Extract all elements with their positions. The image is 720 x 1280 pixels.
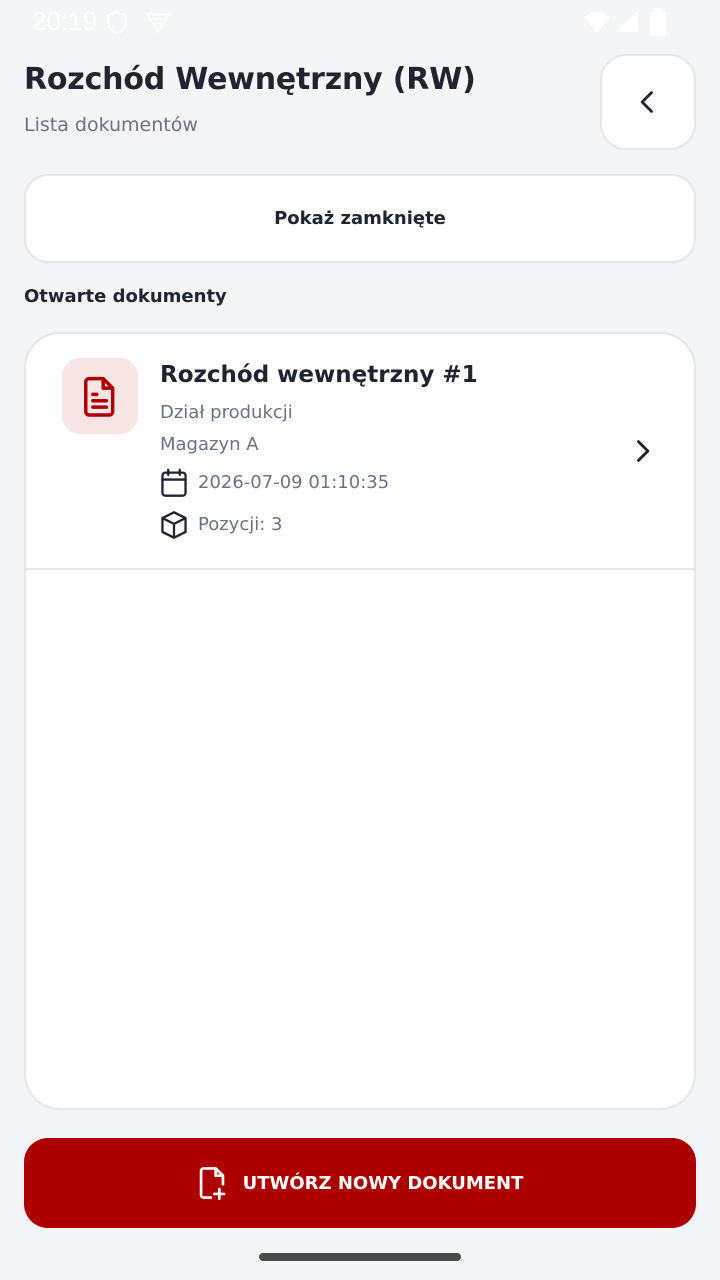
document-department: Dział produkcji: [160, 402, 293, 423]
calendar-icon: [161, 468, 187, 497]
home-indicator[interactable]: [259, 1253, 461, 1261]
document-title: Rozchód wewnętrzny #1: [160, 362, 478, 388]
package-icon: [161, 511, 187, 539]
document-positions: Pozycji: 3: [198, 514, 283, 535]
section-heading: Otwarte dokumenty: [24, 286, 227, 307]
create-document-label: UTWÓRZ NOWY DOKUMENT: [242, 1172, 524, 1194]
back-button[interactable]: [600, 54, 696, 150]
wifi-icon: [584, 12, 610, 33]
page-title: Rozchód Wewnętrzny (RW): [24, 62, 476, 97]
page-subtitle: Lista dokumentów: [24, 114, 198, 136]
chevron-left-icon: [640, 91, 653, 113]
chevron-right-icon: [637, 440, 650, 462]
document-date: 2026-07-09 01:10:35: [198, 472, 390, 493]
document-icon: [84, 376, 115, 417]
document-icon-badge: [62, 358, 138, 434]
vpn-icon: [145, 13, 171, 34]
file-plus-icon: [197, 1166, 227, 1200]
show-closed-button[interactable]: Pokaż zamknięte: [24, 174, 696, 263]
battery-icon: [649, 8, 667, 36]
shield-icon: [107, 11, 127, 36]
signal-icon: [616, 10, 638, 32]
document-warehouse: Magazyn A: [160, 434, 259, 455]
document-list-item[interactable]: Rozchód wewnętrzny #1 Dział produkcji Ma…: [26, 334, 694, 570]
status-bar: 20:19: [0, 0, 720, 44]
create-document-button[interactable]: UTWÓRZ NOWY DOKUMENT: [24, 1138, 696, 1228]
status-time: 20:19: [32, 6, 98, 36]
document-list: Rozchód wewnętrzny #1 Dział produkcji Ma…: [24, 332, 696, 1110]
